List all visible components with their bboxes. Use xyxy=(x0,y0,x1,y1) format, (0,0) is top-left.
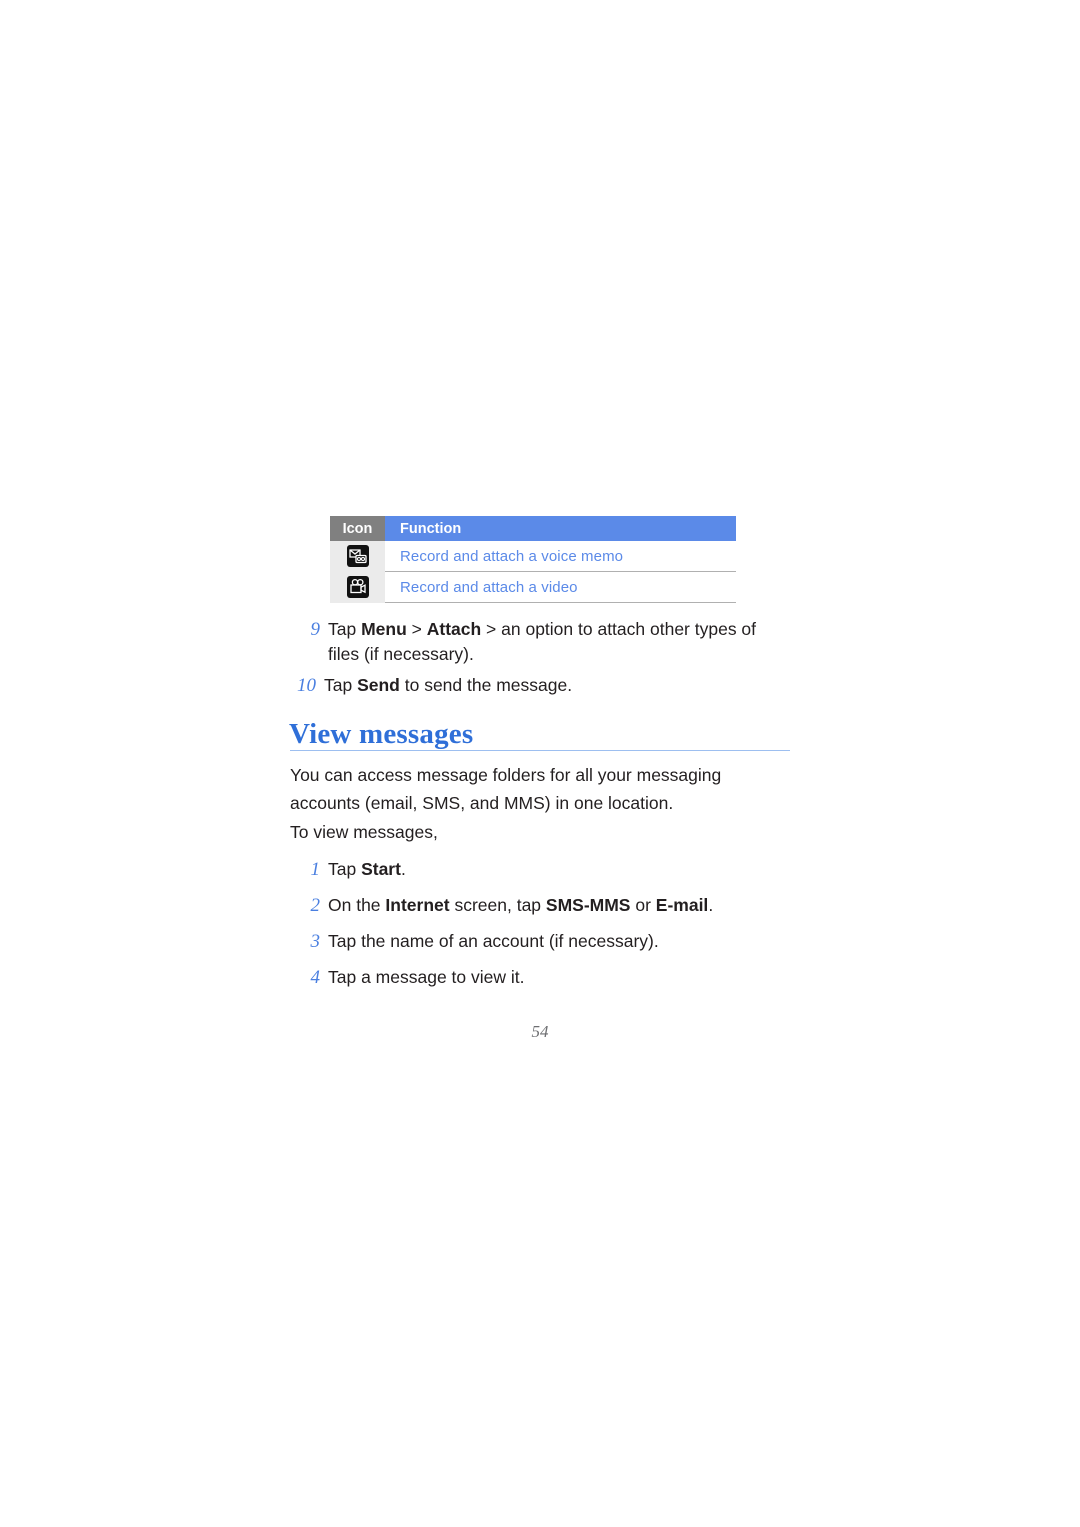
column-header-icon: Icon xyxy=(330,516,385,541)
step-4: 4 Tap a message to view it. xyxy=(290,965,790,990)
intro-paragraph: You can access message folders for all y… xyxy=(290,765,722,813)
step-2: 2 On the Internet screen, tap SMS-MMS or… xyxy=(290,893,790,918)
table-header-row: Icon Function xyxy=(330,516,736,541)
icon-cell xyxy=(330,571,385,603)
step-text: Tap the name of an account (if necessary… xyxy=(328,931,659,951)
column-header-function: Function xyxy=(385,516,736,541)
voice-memo-icon xyxy=(346,545,369,568)
function-cell: Record and attach a video xyxy=(385,571,736,603)
step-number: 2 xyxy=(310,895,321,916)
step-text: Tap Send to send the message. xyxy=(324,675,573,695)
page-number: 54 xyxy=(531,1022,549,1041)
function-cell: Record and attach a voice memo xyxy=(385,541,736,572)
step-text: Tap a message to view it. xyxy=(328,967,525,987)
step-text: Tap Menu > Attach > an option to attach … xyxy=(328,619,757,664)
video-camera-icon xyxy=(346,576,369,598)
step-number: 9 xyxy=(310,619,321,640)
table-row: Record and attach a video xyxy=(330,571,736,603)
heading-rule xyxy=(290,750,790,751)
icon-function-table: Icon Function Record and attach a voice … xyxy=(330,516,736,603)
step-text: On the Internet screen, tap SMS-MMS or E… xyxy=(328,895,714,915)
step-number: 3 xyxy=(310,931,321,952)
document-page: Icon Function Record and attach a voice … xyxy=(0,0,1080,1527)
table-row: Record and attach a voice memo xyxy=(330,541,736,572)
page-title: View messages xyxy=(289,718,474,750)
icon-cell xyxy=(330,541,385,572)
step-3: 3 Tap the name of an account (if necessa… xyxy=(290,929,790,954)
step-9: 9 Tap Menu > Attach > an option to attac… xyxy=(290,617,790,667)
step-1: 1 Tap Start. xyxy=(290,857,790,882)
step-10: 10 Tap Send to send the message. xyxy=(286,673,786,698)
lead-in-paragraph: To view messages, xyxy=(290,822,438,842)
step-number: 4 xyxy=(310,967,321,988)
step-number: 10 xyxy=(297,675,316,696)
step-text: Tap Start. xyxy=(328,859,406,879)
step-number: 1 xyxy=(310,859,321,880)
